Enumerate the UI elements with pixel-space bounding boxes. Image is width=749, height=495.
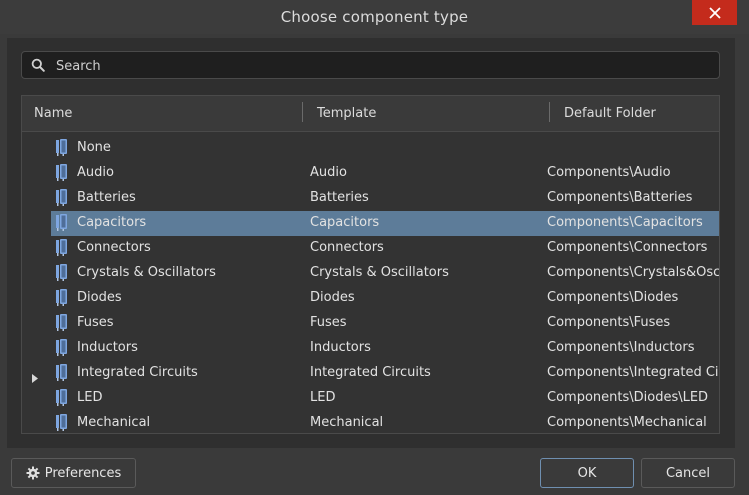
table-row[interactable]: None xyxy=(22,136,719,161)
gear-icon xyxy=(26,466,40,480)
row-default-folder: Components\Integrated Circ xyxy=(547,365,720,380)
row-default-folder: Components\Diodes\LED xyxy=(547,390,709,405)
title-bar: Choose component type xyxy=(0,0,749,34)
row-default-folder: Components\Fuses xyxy=(547,315,671,330)
row-template: Connectors xyxy=(310,240,384,255)
component-icon xyxy=(53,289,69,310)
row-name: Connectors xyxy=(77,240,151,255)
dialog-title: Choose component type xyxy=(280,8,469,26)
row-name: Mechanical xyxy=(77,415,151,430)
row-template: Batteries xyxy=(310,190,369,205)
component-icon xyxy=(53,414,69,433)
row-template: Fuses xyxy=(310,315,347,330)
table-row[interactable]: Inductors Inductors Components\Inductors xyxy=(22,336,719,361)
row-template: Capacitors xyxy=(310,215,380,230)
component-icon xyxy=(53,389,69,410)
table-row[interactable]: Audio Audio Components\Audio xyxy=(22,161,719,186)
component-icon xyxy=(53,139,69,160)
column-resize-handle[interactable] xyxy=(302,102,303,122)
row-template: Crystals & Oscillators xyxy=(310,265,449,280)
row-name: Diodes xyxy=(77,290,122,305)
column-resize-handle[interactable] xyxy=(549,102,550,122)
cancel-button[interactable]: Cancel xyxy=(641,458,735,488)
component-icon xyxy=(53,339,69,360)
close-button[interactable] xyxy=(692,0,737,25)
row-name: Capacitors xyxy=(77,215,147,230)
table-row[interactable]: Integrated Circuits Integrated Circuits Co… xyxy=(22,361,719,386)
table-row[interactable]: Mechanical Mechanical Components\Mechanica… xyxy=(22,411,719,433)
preferences-button[interactable]: Preferences xyxy=(11,458,136,488)
row-template: LED xyxy=(310,390,336,405)
row-default-folder: Components\Mechanical xyxy=(547,415,707,430)
row-name: Crystals & Oscillators xyxy=(77,265,216,280)
row-template: Integrated Circuits xyxy=(310,365,431,380)
row-default-folder: Components\Crystals&Oscil xyxy=(547,265,720,280)
close-icon xyxy=(708,6,721,19)
row-name: Fuses xyxy=(77,315,114,330)
table-row[interactable]: Batteries Batteries Components\Batteries xyxy=(22,186,719,211)
row-name: None xyxy=(77,140,111,155)
component-icon xyxy=(53,214,69,235)
component-icon xyxy=(53,314,69,335)
row-default-folder: Components\Batteries xyxy=(547,190,693,205)
row-name: Integrated Circuits xyxy=(77,365,198,380)
row-default-folder: Components\Capacitors xyxy=(547,215,703,230)
table-row[interactable]: Diodes Diodes Components\Diodes xyxy=(22,286,719,311)
expand-arrow-icon[interactable] xyxy=(32,368,38,387)
content-panel: Name Template Default Folder NoneAudioAu… xyxy=(7,38,735,448)
row-name: LED xyxy=(77,390,103,405)
component-type-table[interactable]: Name Template Default Folder None Audio Au… xyxy=(21,95,720,434)
search-box[interactable] xyxy=(21,51,720,79)
component-icon xyxy=(53,264,69,285)
column-header-template[interactable]: Template xyxy=(317,106,376,121)
table-row[interactable]: LED LED Components\Diodes\LED xyxy=(22,386,719,411)
row-default-folder: Components\Diodes xyxy=(547,290,679,305)
row-name: Audio xyxy=(77,165,114,180)
preferences-label: Preferences xyxy=(44,465,122,481)
search-input[interactable] xyxy=(54,55,708,77)
component-icon xyxy=(53,239,69,260)
table-row[interactable]: Crystals & Oscillators Crystals & Oscilla… xyxy=(22,261,719,286)
choose-component-type-dialog: Choose component type Name Template Defa… xyxy=(0,0,749,495)
row-default-folder: Components\Connectors xyxy=(547,240,708,255)
row-default-folder: Components\Inductors xyxy=(547,340,695,355)
row-template: Diodes xyxy=(310,290,355,305)
row-name: Batteries xyxy=(77,190,136,205)
component-icon xyxy=(53,164,69,185)
search-icon xyxy=(31,58,45,72)
table-row[interactable]: Connectors Connectors Components\Connector… xyxy=(22,236,719,261)
table-header: Name Template Default Folder xyxy=(22,96,719,132)
column-header-name[interactable]: Name xyxy=(34,106,72,121)
ok-button[interactable]: OK xyxy=(540,458,634,488)
column-header-default-folder[interactable]: Default Folder xyxy=(564,106,656,121)
row-template: Audio xyxy=(310,165,347,180)
row-template: Inductors xyxy=(310,340,371,355)
row-name: Inductors xyxy=(77,340,138,355)
row-default-folder: Components\Audio xyxy=(547,165,671,180)
table-row[interactable]: Fuses Fuses Components\Fuses xyxy=(22,311,719,336)
component-icon xyxy=(53,364,69,385)
table-body: None Audio Audio Components\Audio Batteries B… xyxy=(22,136,719,433)
row-template: Mechanical xyxy=(310,415,384,430)
table-row[interactable]: Capacitors Capacitors Components\Capacitor… xyxy=(22,211,719,236)
component-icon xyxy=(53,189,69,210)
